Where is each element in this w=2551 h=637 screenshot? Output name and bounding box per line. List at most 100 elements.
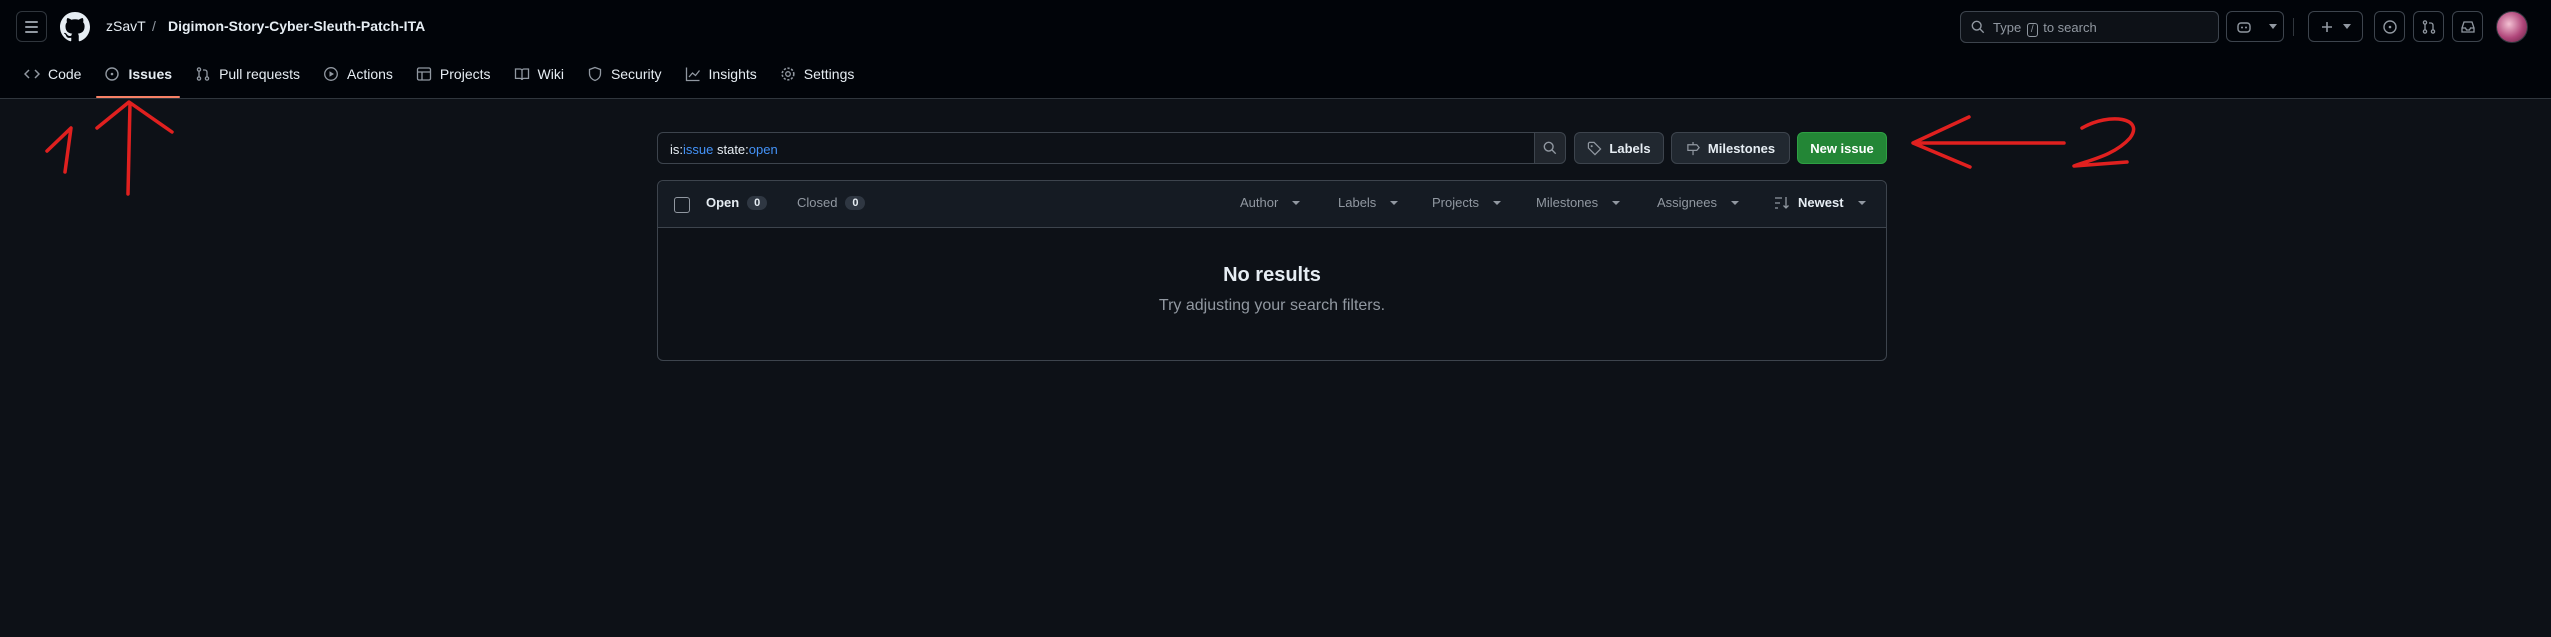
inbox-button[interactable] [2452,11,2483,42]
book-icon [514,68,529,81]
milestone-icon [1687,141,1700,155]
search-icon [1971,20,1985,34]
tab-insights[interactable]: Insights [677,56,765,92]
chevron-down-icon [1857,200,1866,205]
plus-icon [2321,21,2332,32]
menu-button[interactable] [16,11,47,42]
issues-filter-input[interactable]: is:issue state:open [657,132,1535,164]
open-label: Open [706,195,740,210]
annotation-number-two [2072,117,2136,168]
menu-icon-line [25,20,38,23]
graph-icon [685,67,700,82]
sort-dropdown[interactable]: Newest [1774,195,1866,210]
labels-button-label: Labels [1609,140,1651,156]
issues-list: Open 0 Closed 0 Author Labels Projects M… [657,180,1887,361]
tab-issues[interactable]: Issues [96,56,180,98]
chevron-down-icon [1492,200,1501,205]
tab-projects[interactable]: Projects [408,56,499,92]
empty-state-subtitle: Try adjusting your search filters. [1158,297,1386,314]
play-icon [324,67,338,81]
menu-icon-line [25,30,38,33]
search-placeholder-suffix: to search [2043,20,2097,35]
tab-label: Actions [347,66,393,82]
filter-qualifier: state: [713,142,749,157]
labels-button[interactable]: Labels [1574,132,1664,164]
tab-code[interactable]: Code [16,56,89,92]
issues-shortcut-button[interactable] [2374,11,2405,42]
tab-label: Issues [128,66,173,82]
tag-icon [1588,141,1602,155]
tab-actions[interactable]: Actions [315,56,401,92]
tab-label: Pull requests [219,66,300,82]
issues-filter-bar: is:issue state:open Labels Milestones Ne… [657,132,1887,164]
copilot-icon [2237,21,2251,33]
search-icon [1543,141,1557,155]
tab-label: Wiki [537,66,564,82]
open-issues-toggle[interactable]: Open 0 [706,195,768,210]
search-shortcut-key: / [2026,23,2038,37]
closed-issues-toggle[interactable]: Closed 0 [797,195,866,210]
chevron-down-icon [2342,23,2351,29]
dropdown-label: Author [1240,195,1279,210]
dropdown-label: Assignees [1657,195,1717,210]
inbox-icon [2460,20,2475,33]
tab-wiki[interactable]: Wiki [506,56,572,92]
git-pull-request-icon [196,67,210,81]
search-placeholder: Type / to search [1993,20,2097,37]
milestones-button-label: Milestones [1707,140,1776,156]
tab-label: Projects [439,66,491,82]
chevron-down-icon [2268,23,2277,29]
tab-label: Settings [803,66,855,82]
milestones-filter-dropdown[interactable]: Milestones [1536,195,1621,210]
tab-settings[interactable]: Settings [772,56,863,92]
tab-security[interactable]: Security [579,56,670,92]
global-header: zSavT / Digimon-Story-Cyber-Sleuth-Patch… [0,0,2551,56]
sort-label: Newest [1798,195,1844,210]
chevron-down-icon [1292,200,1301,205]
code-icon [24,69,40,79]
dropdown-label: Labels [1338,195,1377,210]
filter-qualifier: is: [670,142,683,157]
tab-pull-requests[interactable]: Pull requests [187,56,308,92]
menu-icon-line [25,25,38,28]
chevron-down-icon [1390,200,1399,205]
issue-opened-icon [2382,19,2397,34]
issues-list-header: Open 0 Closed 0 Author Labels Projects M… [658,181,1886,228]
closed-count-badge: 0 [845,195,866,210]
empty-state-title: No results [1223,264,1321,286]
global-search-input[interactable]: Type / to search [1960,11,2219,43]
git-pull-request-icon [2422,19,2435,34]
user-avatar[interactable] [2496,11,2528,43]
projects-filter-dropdown[interactable]: Projects [1432,195,1501,210]
new-issue-button[interactable]: New issue [1797,132,1887,164]
annotation-arrow-left [1911,115,2066,169]
filter-value: issue [683,142,714,157]
labels-filter-dropdown[interactable]: Labels [1338,195,1399,210]
milestones-button[interactable]: Milestones [1671,132,1790,164]
filter-search-button[interactable] [1534,132,1566,164]
dropdown-label: Projects [1432,195,1479,210]
filter-value: open [748,142,778,157]
github-logo-icon[interactable] [60,12,90,42]
assignees-filter-dropdown[interactable]: Assignees [1657,195,1739,210]
annotation-arrow-up [95,100,174,196]
gear-icon [781,67,795,81]
header-divider [2293,18,2294,36]
repo-owner-link[interactable]: zSavT [106,18,146,34]
search-placeholder-prefix: Type [1993,20,2022,35]
annotation-number-one [45,126,73,174]
tab-label: Code [48,66,82,82]
chevron-down-icon [1612,200,1621,205]
select-all-checkbox[interactable] [674,197,690,213]
copilot-menu-button[interactable] [2262,11,2284,42]
dropdown-label: Milestones [1536,195,1599,210]
tab-label: Security [610,66,662,82]
app-header: zSavT / Digimon-Story-Cyber-Sleuth-Patch… [0,0,2551,99]
closed-label: Closed [797,195,838,210]
create-new-button[interactable] [2308,11,2363,42]
author-filter-dropdown[interactable]: Author [1240,195,1301,210]
repo-name-link[interactable]: Digimon-Story-Cyber-Sleuth-Patch-ITA [168,18,425,34]
pull-requests-shortcut-button[interactable] [2413,11,2444,42]
open-count-badge: 0 [747,195,768,210]
chevron-down-icon [1730,200,1739,205]
